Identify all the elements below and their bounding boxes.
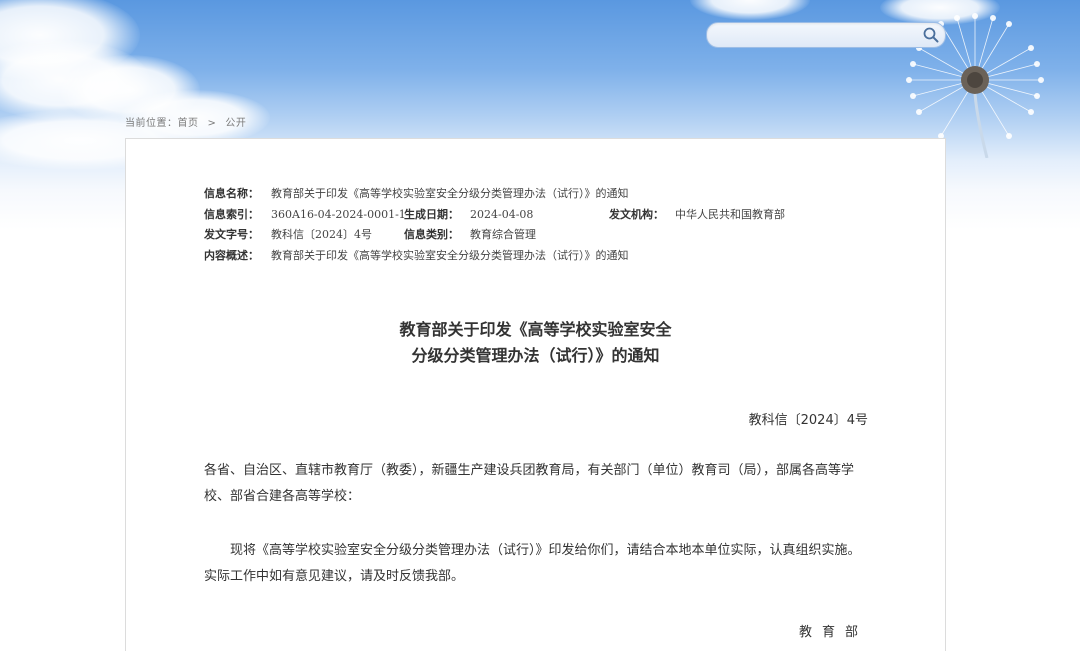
meta-category-label: 信息类别： — [404, 228, 459, 241]
meta-index-value: 360A16-04-2024-0001-1 — [271, 207, 406, 221]
meta-date-label: 生成日期： — [404, 207, 459, 221]
meta-info-name-label: 信息名称： — [204, 187, 259, 200]
meta-date-value: 2024-04-08 — [470, 207, 534, 221]
search-input[interactable] — [717, 25, 921, 45]
meta-category-value: 教育综合管理 — [470, 228, 536, 241]
meta-summary-label: 内容概述： — [204, 248, 259, 262]
meta-issuer-label: 发文机构： — [609, 207, 664, 221]
search-icon[interactable] — [922, 26, 940, 44]
document-title-line-1: 教育部关于印发《高等学校实验室安全 — [399, 320, 672, 339]
breadcrumb: 当前位置：首页 > 公开 — [125, 114, 246, 129]
meta-index-label: 信息索引： — [204, 207, 259, 221]
document-signature: 教育部 — [798, 625, 868, 640]
document-paragraph-body: 现将《高等学校实验室安全分级分类管理办法（试行）》印发给你们，请结合本地本单位实… — [204, 543, 861, 584]
document-paragraph-addressees: 各省、自治区、直辖市教育厅（教委），新疆生产建设兵团教育局，有关部门（单位）教育… — [204, 463, 855, 504]
cloud — [690, 0, 810, 20]
meta-doc-no-label: 发文字号： — [204, 228, 259, 241]
meta-doc-no-value: 教科信〔2024〕4号 — [271, 228, 372, 241]
meta-issuer-value: 中华人民共和国教育部 — [675, 207, 785, 221]
breadcrumb-home-link[interactable]: 首页 — [178, 114, 199, 129]
meta-info-name-value: 教育部关于印发《高等学校实验室安全分级分类管理办法（试行）》的通知 — [271, 187, 629, 200]
breadcrumb-current[interactable]: 公开 — [225, 114, 246, 129]
document-title-line-2: 分级分类管理办法（试行）》的通知 — [411, 346, 660, 365]
breadcrumb-separator: > — [207, 118, 217, 129]
content-card: 信息名称： 教育部关于印发《高等学校实验室安全分级分类管理办法（试行）》的通知 … — [125, 138, 946, 651]
search-box[interactable] — [706, 22, 946, 48]
breadcrumb-label: 当前位置： — [125, 118, 178, 129]
document-number: 教科信〔2024〕4号 — [748, 413, 868, 428]
meta-summary-value: 教育部关于印发《高等学校实验室安全分级分类管理办法（试行）》的通知 — [271, 248, 629, 262]
document-title: 教育部关于印发《高等学校实验室安全 分级分类管理办法（试行）》的通知 — [126, 317, 945, 369]
